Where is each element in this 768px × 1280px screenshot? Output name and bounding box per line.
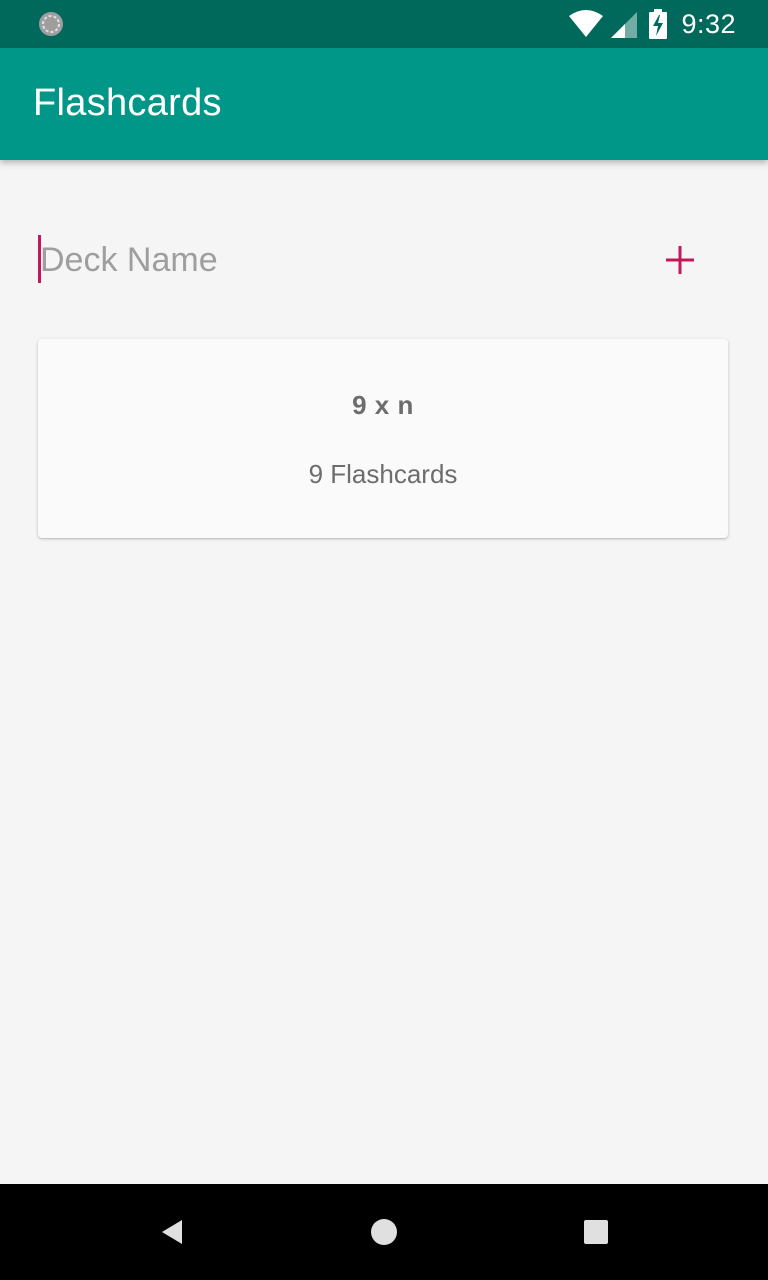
add-deck-button[interactable] — [656, 236, 704, 284]
app-title: Flashcards — [33, 82, 222, 124]
deck-name-input[interactable] — [38, 234, 630, 286]
app-bar: Flashcards — [0, 48, 768, 160]
navigation-bar — [0, 1184, 768, 1280]
recents-button[interactable] — [576, 1212, 616, 1252]
status-bar: 9:32 — [0, 0, 768, 48]
home-circle-icon — [371, 1219, 397, 1245]
text-cursor — [38, 235, 41, 283]
back-button[interactable] — [152, 1212, 192, 1252]
main-content: 9 x n 9 Flashcards — [0, 160, 768, 1184]
deck-title: 9 x n — [352, 390, 414, 420]
home-button[interactable] — [364, 1212, 404, 1252]
plus-icon — [666, 246, 694, 274]
sync-circle-icon — [39, 12, 63, 36]
status-time: 9:32 — [681, 8, 736, 39]
deck-card[interactable]: 9 x n 9 Flashcards — [38, 339, 728, 538]
status-icons: 9:32 — [569, 0, 768, 48]
back-triangle-icon — [162, 1220, 182, 1244]
deck-name-field[interactable] — [38, 234, 638, 286]
wifi-icon — [569, 10, 604, 37]
deck-card-count: 9 Flashcards — [308, 459, 458, 489]
cell-signal-icon — [611, 12, 638, 38]
recents-square-icon — [584, 1220, 608, 1244]
battery-charging-icon — [649, 9, 668, 39]
